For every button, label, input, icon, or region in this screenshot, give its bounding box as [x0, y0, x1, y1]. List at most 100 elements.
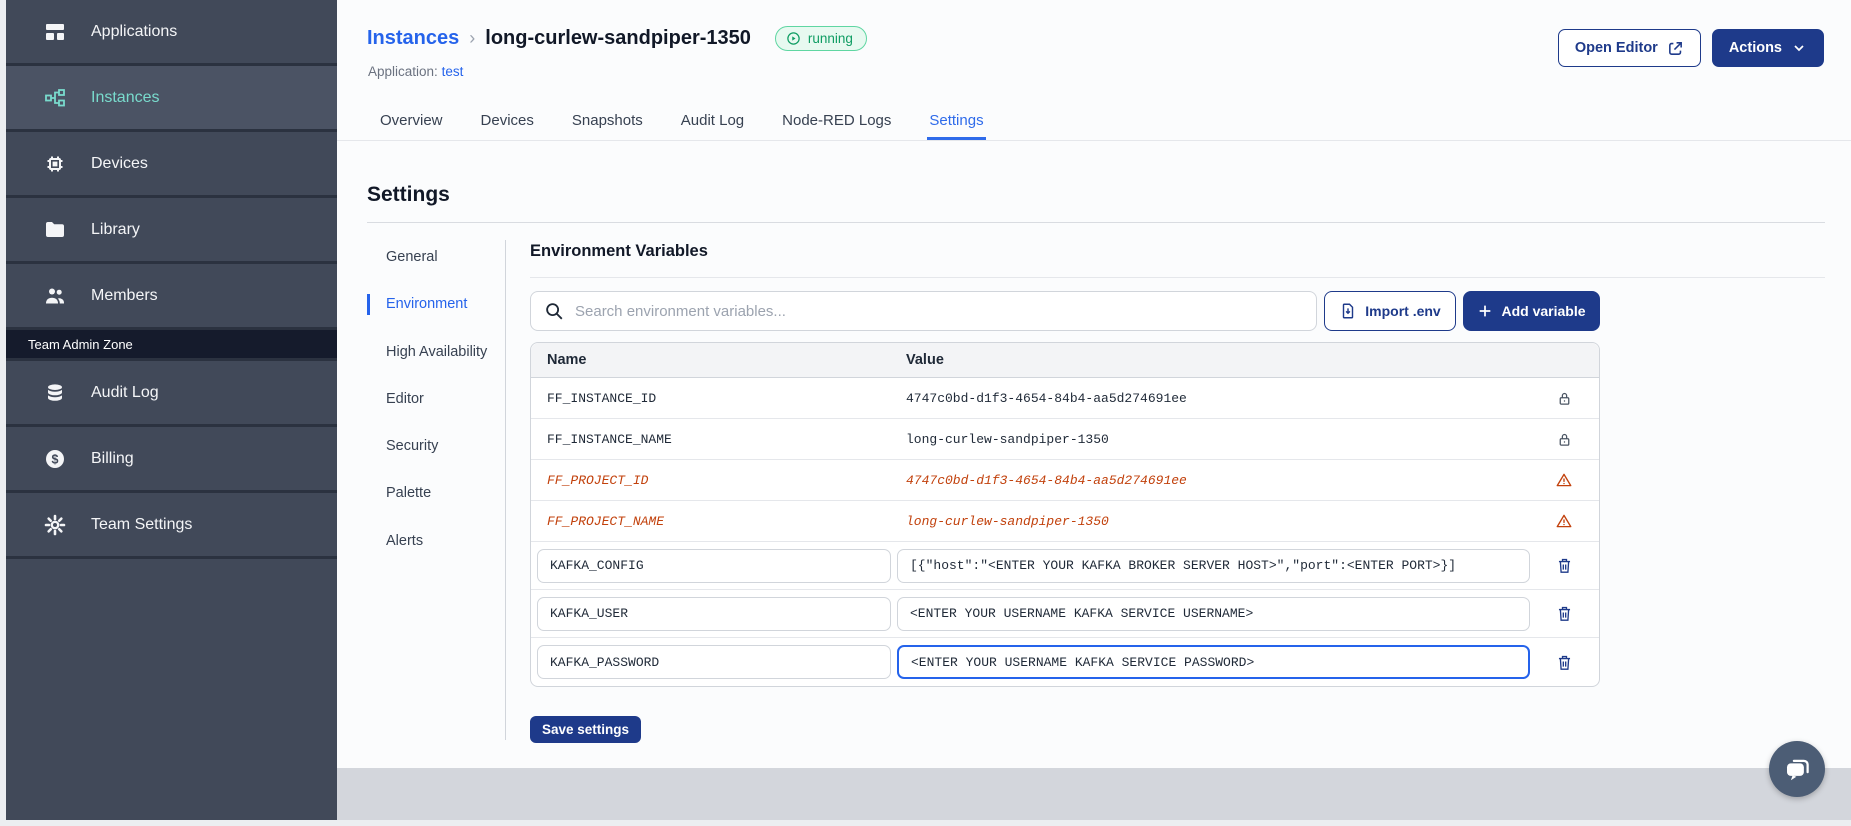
lock-icon	[1559, 392, 1569, 405]
bottom-band	[337, 768, 1851, 820]
application-line: Application: test	[368, 64, 463, 79]
applications-icon	[43, 20, 67, 44]
breadcrumb-instances-link[interactable]: Instances	[367, 27, 459, 50]
tab-snapshots[interactable]: Snapshots	[570, 104, 645, 140]
tab-settings[interactable]: Settings	[927, 104, 986, 140]
table-row: FF_INSTANCE_NAME long-curlew-sandpiper-1…	[531, 419, 1599, 460]
settings-title: Settings	[367, 183, 450, 206]
sidebar-item-audit-log[interactable]: Audit Log	[6, 361, 337, 424]
env-var-name-input[interactable]	[537, 548, 891, 583]
breadcrumb-separator: ›	[469, 28, 476, 48]
import-env-label: Import .env	[1365, 303, 1441, 319]
trash-icon[interactable]	[1555, 653, 1574, 672]
sidebar-filler	[6, 559, 337, 820]
sidebar-item-instances[interactable]: Instances	[6, 66, 337, 129]
env-var-name: FF_INSTANCE_NAME	[547, 431, 672, 447]
sidebar-item-label: Devices	[91, 154, 148, 172]
status-badge-label: running	[807, 31, 853, 46]
team-settings-icon	[43, 513, 67, 537]
play-circle-icon	[787, 32, 800, 45]
sidebar-item-team-settings[interactable]: Team Settings	[6, 493, 337, 556]
settings-divider	[367, 222, 1825, 223]
tab-bar: Overview Devices Snapshots Audit Log Nod…	[337, 104, 1851, 141]
svg-text:$: $	[52, 452, 59, 466]
sidebar: Applications Instances Devices Library M…	[6, 0, 337, 820]
billing-icon: $	[43, 447, 67, 471]
search-input[interactable]	[530, 291, 1317, 331]
save-settings-button[interactable]: Save settings	[530, 716, 642, 743]
env-var-value: 4747c0bd-d1f3-4654-84b4-aa5d274691ee	[906, 390, 1187, 406]
trash-icon[interactable]	[1555, 556, 1574, 575]
import-file-icon	[1343, 303, 1354, 319]
breadcrumb: Instances › long-curlew-sandpiper-1350 r…	[367, 26, 867, 51]
import-env-button[interactable]: Import .env	[1324, 291, 1456, 331]
sidebar-section-team-admin-zone: Team Admin Zone	[6, 330, 337, 358]
subnav-editor[interactable]: Editor	[367, 389, 503, 409]
sidebar-item-label: Team Settings	[91, 515, 193, 533]
subnav-alerts[interactable]: Alerts	[367, 531, 503, 551]
sidebar-item-label: Instances	[91, 88, 160, 106]
tab-overview[interactable]: Overview	[378, 104, 445, 140]
sidebar-item-devices[interactable]: Devices	[6, 132, 337, 195]
open-editor-label: Open Editor	[1574, 40, 1658, 56]
subnav-high-availability[interactable]: High Availability	[367, 342, 503, 362]
environment-section: Environment Variables Import .env Add va…	[530, 240, 1825, 743]
warning-icon	[1556, 473, 1572, 487]
settings-subnav: General Environment High Availability Ed…	[367, 247, 503, 578]
tab-node-red-logs[interactable]: Node-RED Logs	[780, 104, 893, 140]
subnav-environment[interactable]: Environment	[367, 294, 503, 315]
audit-log-icon	[43, 381, 67, 405]
instances-icon	[43, 86, 67, 110]
env-var-value-input[interactable]	[897, 548, 1530, 583]
sidebar-item-label: Audit Log	[91, 383, 159, 401]
env-var-name-input[interactable]	[537, 645, 891, 679]
subnav-general[interactable]: General	[367, 247, 503, 267]
table-row	[531, 542, 1599, 590]
application-link[interactable]: test	[442, 64, 464, 79]
subnav-divider	[505, 240, 506, 740]
sidebar-item-label: Members	[91, 286, 158, 304]
environment-variables-table: Name Value FF_INSTANCE_ID 4747c0bd-d1f3-…	[530, 342, 1600, 687]
sidebar-item-members[interactable]: Members	[6, 264, 337, 327]
tab-audit-log[interactable]: Audit Log	[679, 104, 746, 140]
actions-button[interactable]: Actions	[1711, 29, 1824, 67]
sidebar-section-label: Team Admin Zone	[28, 336, 133, 352]
table-row	[531, 638, 1599, 686]
table-row: FF_INSTANCE_ID 4747c0bd-d1f3-4654-84b4-a…	[531, 378, 1599, 419]
library-icon	[43, 218, 67, 242]
main-content: Instances › long-curlew-sandpiper-1350 r…	[337, 0, 1851, 768]
env-var-value-input[interactable]	[897, 596, 1530, 631]
lock-icon	[1559, 433, 1569, 446]
sidebar-item-label: Applications	[91, 22, 178, 40]
sidebar-item-billing[interactable]: $ Billing	[6, 427, 337, 490]
env-var-value-input-focused[interactable]	[897, 645, 1530, 679]
page: Applications Instances Devices Library M…	[0, 0, 1851, 826]
members-icon	[43, 284, 67, 308]
subnav-palette[interactable]: Palette	[367, 483, 503, 503]
env-var-value: 4747c0bd-d1f3-4654-84b4-aa5d274691ee	[906, 472, 1187, 488]
trash-icon[interactable]	[1555, 604, 1574, 623]
env-var-name-input[interactable]	[537, 596, 891, 631]
env-var-value: long-curlew-sandpiper-1350	[906, 431, 1109, 447]
search-icon	[546, 303, 563, 320]
sidebar-item-applications[interactable]: Applications	[6, 0, 337, 63]
external-link-icon	[1668, 41, 1682, 55]
actions-label: Actions	[1728, 40, 1782, 56]
env-var-name: FF_PROJECT_ID	[547, 472, 649, 488]
sidebar-item-label: Library	[91, 220, 140, 238]
env-var-name: FF_INSTANCE_ID	[547, 390, 657, 406]
sidebar-item-library[interactable]: Library	[6, 198, 337, 261]
add-variable-button[interactable]: Add variable	[1463, 291, 1600, 331]
sidebar-item-label: Billing	[91, 449, 134, 467]
environment-variables-title: Environment Variables	[530, 240, 1825, 278]
tab-devices[interactable]: Devices	[479, 104, 536, 140]
chat-widget-button[interactable]	[1769, 741, 1825, 797]
env-var-name: FF_PROJECT_NAME	[547, 513, 665, 529]
env-var-value: long-curlew-sandpiper-1350	[906, 513, 1109, 529]
chevron-down-icon	[1794, 45, 1804, 52]
add-variable-label: Add variable	[1501, 303, 1586, 319]
column-header-name: Name	[547, 352, 587, 368]
table-row	[531, 590, 1599, 638]
open-editor-button[interactable]: Open Editor	[1557, 29, 1701, 67]
subnav-security[interactable]: Security	[367, 436, 503, 456]
